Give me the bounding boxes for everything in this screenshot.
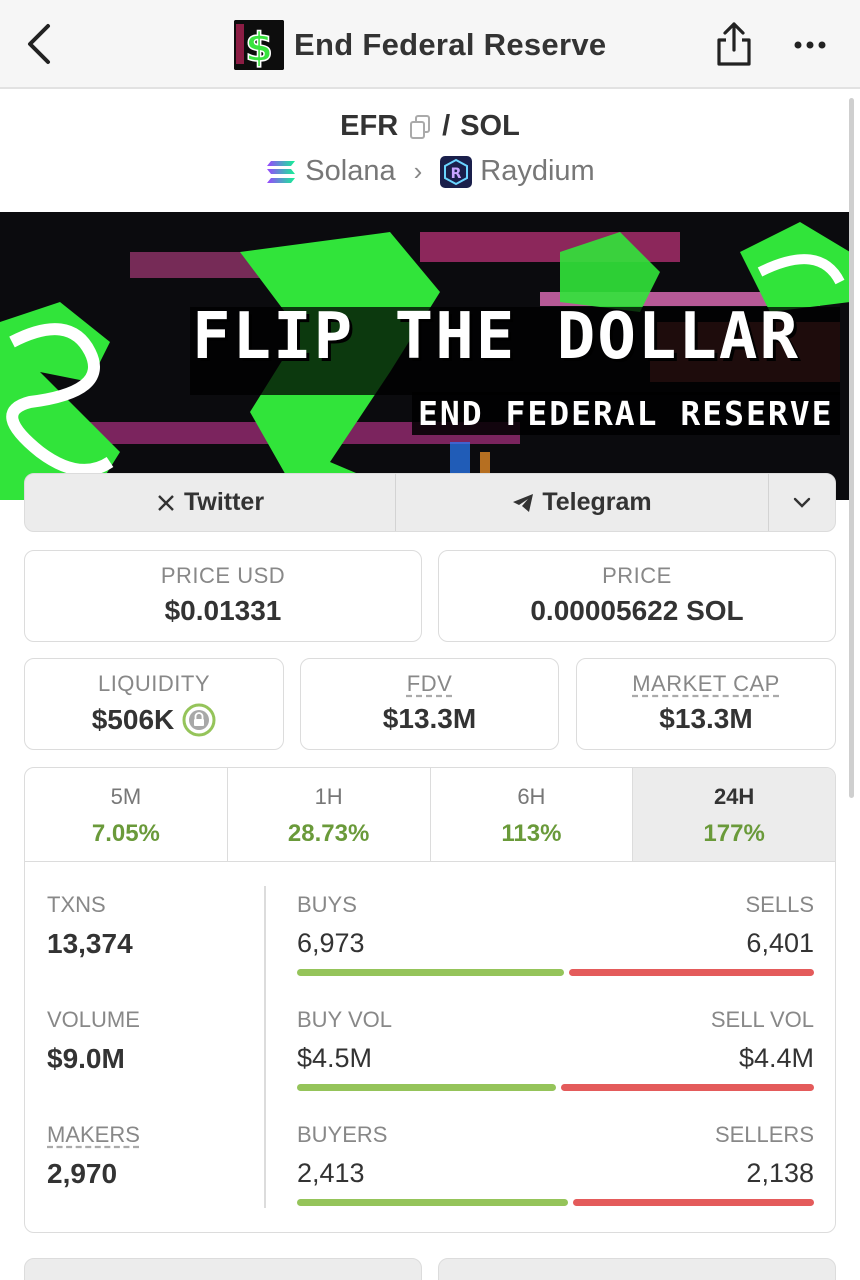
- more-horizontal-icon[interactable]: [790, 30, 830, 60]
- price-native-value: 0.00005622 SOL: [530, 595, 744, 626]
- chain-breadcrumb: Solana › R Raydium: [0, 155, 860, 188]
- chevron-down-icon: [793, 497, 811, 508]
- timeframe-stats-panel: 5M 7.05% 1H 28.73% 6H 113% 24H 177% TXNS…: [24, 767, 836, 1233]
- sells-value: 6,401: [746, 928, 814, 958]
- txns-value: 13,374: [47, 928, 133, 959]
- price-change: 113%: [501, 820, 562, 847]
- volume-label: VOLUME: [47, 1007, 140, 1032]
- volume-split-bar: [297, 1084, 814, 1091]
- tab-1h[interactable]: 1H 28.73%: [228, 768, 431, 861]
- twitter-label: Twitter: [183, 488, 265, 516]
- tab-label: 24H: [713, 784, 755, 809]
- sells-label: SELLS: [745, 892, 815, 917]
- tab-label: 6H: [517, 784, 546, 809]
- buy-bar: [297, 1084, 557, 1091]
- buyers-sellers-row: BUYERS SELLERS 2,413 2,138: [297, 1122, 814, 1232]
- svg-text:R: R: [451, 166, 462, 182]
- sellers-value: 2,138: [746, 1158, 814, 1188]
- top-bar: $ End Federal Reserve: [0, 0, 860, 89]
- bottom-action-button-left[interactable]: [24, 1258, 422, 1280]
- price-native-card: PRICE 0.00005622 SOL: [438, 550, 836, 642]
- x-logo-icon: [158, 494, 174, 511]
- buys-label: BUYS: [297, 892, 357, 917]
- stats-breakdown: BUYS SELLS 6,973 6,401 BUY VOL SELL VOL …: [297, 892, 814, 1232]
- lock-icon[interactable]: [182, 703, 216, 737]
- solana-icon: [267, 160, 296, 183]
- market-cap-value: $13.3M: [659, 703, 753, 734]
- buyers-sellers-bar: [297, 1199, 814, 1206]
- buy-bar: [297, 969, 564, 976]
- fdv-label[interactable]: FDV: [301, 671, 558, 697]
- makers-label[interactable]: MAKERS: [47, 1122, 267, 1148]
- price-change: 7.05%: [91, 820, 160, 847]
- copy-icon[interactable]: [408, 114, 432, 140]
- price-change: 177%: [703, 820, 765, 847]
- base-symbol: EFR: [340, 110, 399, 142]
- quote-symbol: SOL: [460, 110, 520, 142]
- buyers-label: BUYERS: [297, 1122, 388, 1147]
- fdv-value: $13.3M: [382, 703, 477, 734]
- volume-value: $9.0M: [47, 1043, 125, 1074]
- sell-bar: [568, 969, 814, 976]
- pair-title: EFR / SOL: [0, 110, 860, 143]
- price-usd-value: $0.01331: [164, 595, 282, 626]
- buys-sells-bar: [297, 969, 814, 976]
- token-logo: $: [234, 20, 284, 70]
- buys-sells-row: BUYS SELLS 6,973 6,401: [297, 892, 814, 1007]
- tab-24h[interactable]: 24H 177%: [633, 768, 835, 861]
- buy-vol-value: $4.5M: [297, 1043, 373, 1073]
- banner-headline: FLIP THE DOLLAR: [192, 300, 800, 374]
- stats-totals: TXNS 13,374 VOLUME $9.0M MAKERS 2,970: [47, 892, 267, 1232]
- timeframe-tabs: 5M 7.05% 1H 28.73% 6H 113% 24H 177%: [25, 768, 835, 862]
- telegram-icon: [513, 493, 534, 512]
- buyers-value: 2,413: [297, 1158, 365, 1188]
- sell-bar: [573, 1199, 814, 1206]
- sell-bar: [561, 1084, 814, 1091]
- sellers-label: SELLERS: [714, 1122, 814, 1147]
- fdv-card: FDV $13.3M: [300, 658, 559, 750]
- makers-value: 2,970: [47, 1158, 118, 1189]
- chain-name[interactable]: Solana: [305, 155, 395, 188]
- token-banner: FLIP THE DOLLAR END FEDERAL RESERVE: [0, 212, 850, 500]
- liquidity-label: LIQUIDITY: [97, 671, 211, 696]
- tab-6h[interactable]: 6H 113%: [431, 768, 634, 861]
- bottom-action-button-right[interactable]: [438, 1258, 836, 1280]
- liquidity-value: $506K: [91, 704, 175, 735]
- pair-separator: /: [442, 110, 451, 142]
- tab-5m[interactable]: 5M 7.05%: [25, 768, 228, 861]
- price-change: 28.73%: [287, 820, 370, 847]
- stats-divider: [264, 886, 266, 1208]
- telegram-link[interactable]: Telegram: [396, 474, 769, 531]
- twitter-link[interactable]: Twitter: [25, 474, 396, 531]
- scrollbar[interactable]: [849, 98, 854, 798]
- dex-name[interactable]: Raydium: [480, 155, 594, 188]
- sell-vol-label: SELL VOL: [710, 1007, 814, 1032]
- buy-vol-label: BUY VOL: [297, 1007, 392, 1032]
- page-title: End Federal Reserve: [294, 27, 607, 62]
- volume-split-row: BUY VOL SELL VOL $4.5M $4.4M: [297, 1007, 814, 1122]
- svg-text:$: $: [245, 25, 273, 70]
- txns-label: TXNS: [47, 892, 106, 917]
- tab-label: 1H: [314, 784, 343, 809]
- social-links: Twitter Telegram: [24, 473, 836, 532]
- raydium-icon: R: [440, 155, 473, 188]
- chevron-right-icon: ›: [413, 156, 423, 186]
- price-usd-label: PRICE USD: [160, 563, 286, 588]
- buy-bar: [297, 1199, 569, 1206]
- chevron-left-icon[interactable]: [22, 22, 58, 66]
- header-title-group: $ End Federal Reserve: [234, 20, 606, 70]
- telegram-label: Telegram: [542, 488, 652, 516]
- sell-vol-value: $4.4M: [738, 1043, 814, 1073]
- tab-label: 5M: [110, 784, 142, 809]
- price-native-label: PRICE: [602, 563, 672, 588]
- market-cap-card: MARKET CAP $13.3M: [576, 658, 836, 750]
- market-cap-label[interactable]: MARKET CAP: [577, 671, 835, 697]
- more-links-dropdown[interactable]: [769, 474, 835, 531]
- liquidity-card: LIQUIDITY $506K: [24, 658, 284, 750]
- banner-subtitle: END FEDERAL RESERVE: [412, 392, 840, 435]
- buys-value: 6,973: [297, 928, 365, 958]
- share-icon[interactable]: [714, 20, 754, 68]
- price-usd-card: PRICE USD $0.01331: [24, 550, 422, 642]
